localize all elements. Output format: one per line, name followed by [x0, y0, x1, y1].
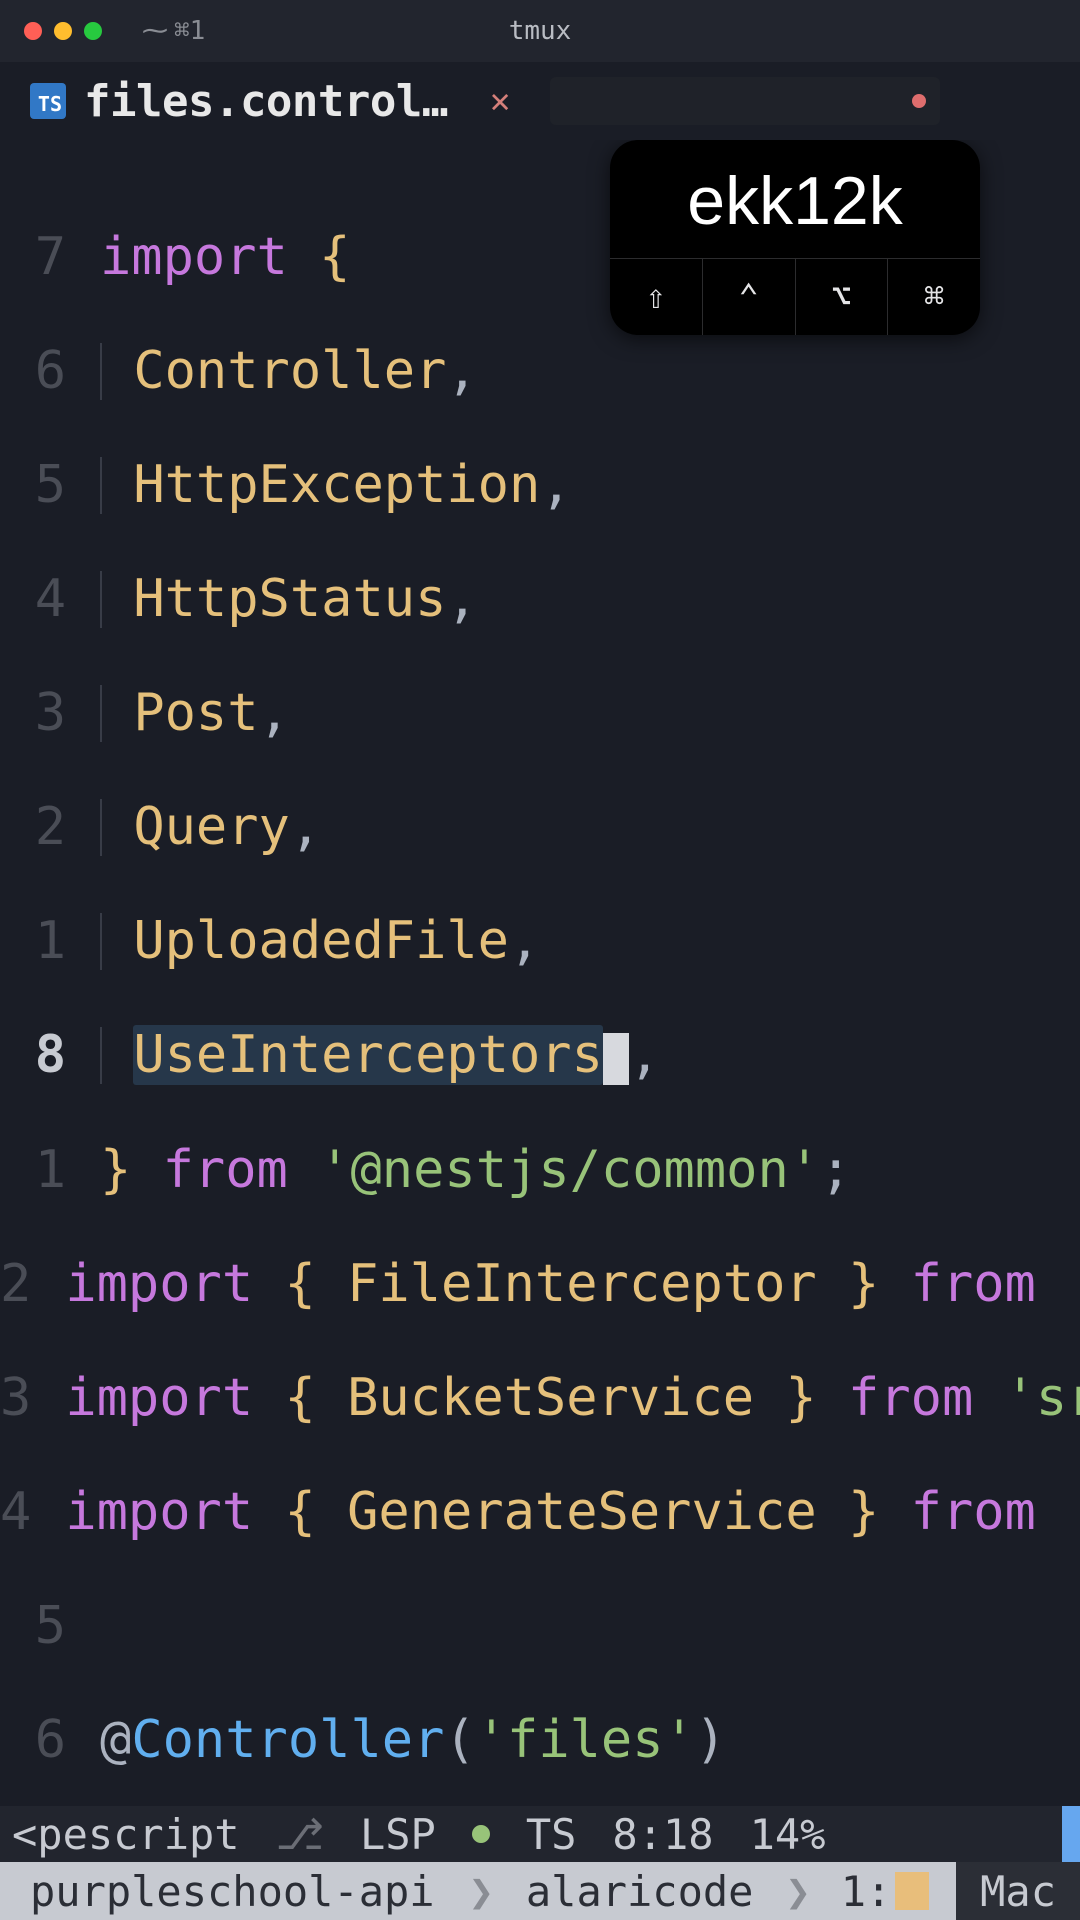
branch-icon: ⎇ — [276, 1810, 324, 1859]
option-key-icon: ⌥ — [796, 259, 889, 335]
line-number: 4 — [0, 571, 80, 628]
scroll-indicator — [1062, 1806, 1080, 1862]
tmux-cursor — [895, 1872, 929, 1910]
tab-filename: files.control… — [84, 76, 448, 127]
editor-tab-inactive[interactable] — [550, 77, 940, 125]
terminal-window: ⁓⌘1 tmux TS files.control… ✕ 7import { 6… — [0, 0, 1080, 1920]
command-icon: ⁓ — [142, 16, 168, 46]
control-key-icon: ⌃ — [703, 259, 796, 335]
line-number: 4 — [0, 1484, 45, 1541]
typescript-file-icon: TS — [30, 83, 66, 119]
line-number: 3 — [0, 1370, 45, 1427]
window-shortcut-label: ⁓⌘1 — [142, 16, 205, 46]
line-number-current: 8 — [0, 1027, 80, 1085]
line-number: 7 — [0, 229, 80, 286]
key-overlay: ekk12k ⇧ ⌃ ⌥ ⌘ — [610, 140, 980, 335]
status-percent: 14% — [750, 1810, 826, 1859]
close-tab-icon[interactable]: ✕ — [490, 81, 510, 121]
code-editor[interactable]: 7import { 6 Controller, 5 HttpException,… — [0, 140, 1080, 1806]
key-overlay-modifiers: ⇧ ⌃ ⌥ ⌘ — [610, 258, 980, 335]
code-content: 7import { 6 Controller, 5 HttpException,… — [0, 172, 1080, 1806]
shift-key-icon: ⇧ — [610, 259, 703, 335]
separator-icon: ❯ — [465, 1867, 498, 1916]
minimize-window-button[interactable] — [54, 22, 72, 40]
status-indicator-icon — [472, 1825, 490, 1843]
status-filetype: <pescript — [12, 1810, 240, 1859]
maximize-window-button[interactable] — [84, 22, 102, 40]
status-lang: TS — [526, 1810, 577, 1859]
window-title: tmux — [509, 16, 572, 46]
text-cursor — [603, 1033, 629, 1085]
line-number: 3 — [0, 685, 80, 742]
editor-tab-active[interactable]: TS files.control… ✕ — [30, 76, 510, 127]
status-position: 8:18 — [612, 1810, 713, 1859]
separator-icon: ❯ — [781, 1867, 814, 1916]
tab-modified-indicator-icon — [912, 94, 926, 108]
command-key-icon: ⌘ — [888, 259, 980, 335]
line-number: 6 — [0, 343, 80, 400]
tmux-status-bar: purpleschool-api ❯ alaricode ❯ 1:1 Mac — [0, 1862, 1080, 1920]
close-window-button[interactable] — [24, 22, 42, 40]
line-number: 5 — [0, 457, 80, 514]
status-lsp: LSP — [360, 1810, 436, 1859]
line-number: 6 — [0, 1712, 80, 1769]
tmux-host: Mac — [956, 1862, 1080, 1920]
line-number: 2 — [0, 799, 80, 856]
editor-status-bar: <pescript ⎇ LSP TS 8:18 14% — [0, 1806, 1080, 1862]
line-number: 1 — [0, 1142, 80, 1199]
line-number: 2 — [0, 1256, 45, 1313]
window-controls — [24, 22, 102, 40]
tmux-window-name[interactable]: alaricode — [498, 1867, 782, 1916]
key-overlay-text: ekk12k — [610, 140, 980, 258]
titlebar: ⁓⌘1 tmux — [0, 0, 1080, 62]
tmux-session-name[interactable]: purpleschool-api — [0, 1867, 465, 1916]
line-number: 1 — [0, 913, 80, 970]
tab-bar: TS files.control… ✕ — [0, 62, 1080, 140]
line-number: 5 — [0, 1598, 80, 1655]
